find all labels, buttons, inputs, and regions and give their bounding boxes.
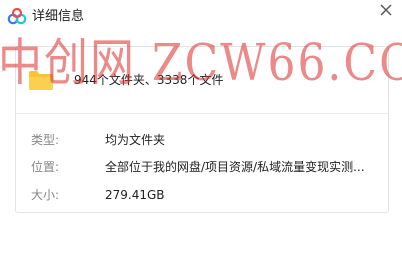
summary-header: 944个文件夹、3338个文件 xyxy=(16,47,388,114)
close-icon[interactable] xyxy=(379,3,393,17)
details-panel: 944个文件夹、3338个文件 类型: 均为文件夹 位置: 全部位于我的网盘/项… xyxy=(15,46,389,213)
folder-icon xyxy=(29,71,53,90)
location-value[interactable]: 全部位于我的网盘/项目资源/私域流量变现实测... xyxy=(105,158,365,176)
size-label: 大小: xyxy=(31,188,60,202)
dialog-title: 详细信息 xyxy=(32,9,85,24)
type-value: 均为文件夹 xyxy=(105,133,166,147)
size-row: 大小: 279.41GB xyxy=(31,186,381,204)
location-label: 位置: xyxy=(31,160,60,174)
title-bar: 详细信息 xyxy=(0,0,402,36)
type-label: 类型: xyxy=(31,133,60,147)
app-logo-icon xyxy=(7,8,27,25)
location-row: 位置: 全部位于我的网盘/项目资源/私域流量变现实测... xyxy=(31,158,381,176)
size-value: 279.41GB xyxy=(105,188,165,202)
details-dialog: 详细信息 944个文件夹、3338个文件 类型: 均为文件夹 位置: 全部位于我… xyxy=(0,0,402,261)
item-count: 944个文件夹、3338个文件 xyxy=(74,73,224,87)
type-row: 类型: 均为文件夹 xyxy=(31,131,381,149)
